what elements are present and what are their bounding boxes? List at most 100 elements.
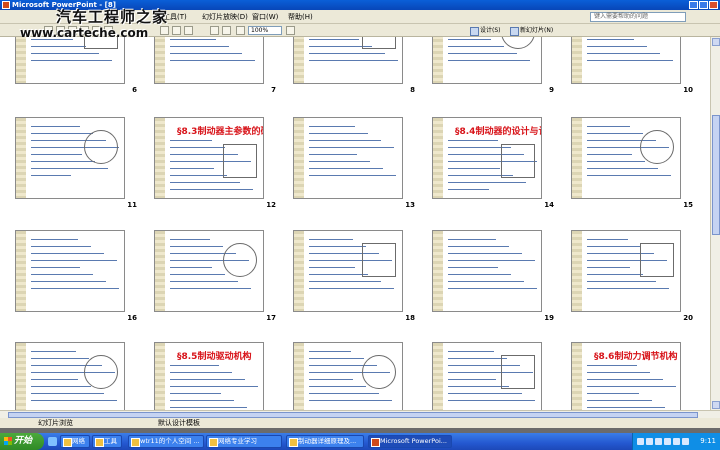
minimize-button[interactable] (689, 1, 698, 9)
tray-icon[interactable] (637, 438, 644, 445)
slide-text-line (448, 140, 498, 141)
slide-thumbnail[interactable] (15, 342, 125, 410)
slide-text-line (31, 239, 78, 240)
menu-help[interactable]: 帮助(H) (288, 10, 313, 24)
slide-thumbnail[interactable] (154, 37, 264, 84)
maximize-button[interactable] (699, 1, 708, 9)
tray-icon[interactable] (682, 438, 689, 445)
scroll-up-arrow-icon[interactable] (712, 38, 720, 46)
slide-thumbnail[interactable] (293, 342, 403, 410)
slide-border-decoration (572, 118, 582, 198)
taskbar-item[interactable]: 工具 (92, 435, 122, 448)
slide-thumbnail[interactable]: §8.4制动器的设计与计算 (432, 117, 542, 199)
slide-text-line (309, 175, 396, 176)
zoom-select[interactable]: 100% (248, 26, 282, 35)
slide-text-line (587, 267, 630, 268)
slide-text-line (448, 60, 530, 61)
slide-border-decoration (16, 118, 26, 198)
slide-heading: §8.4制动器的设计与计算 (455, 127, 541, 137)
slide-text-line (587, 400, 652, 401)
slide-diagram (501, 355, 535, 389)
slide-thumbnail[interactable] (432, 342, 542, 410)
taskbar-item[interactable]: 网络 (60, 435, 90, 448)
slide-border-decoration (294, 231, 304, 311)
desktop-icon[interactable] (48, 437, 57, 446)
slide-border-decoration (433, 343, 443, 410)
slide-text-line (448, 351, 494, 352)
tray-icon[interactable] (655, 438, 662, 445)
slide-text-line (31, 274, 93, 275)
paste-icon[interactable] (184, 26, 193, 35)
slide-text-line (309, 288, 394, 289)
start-button[interactable]: 开始 (0, 433, 44, 450)
tray-icon[interactable] (646, 438, 653, 445)
horizontal-scrollbar[interactable] (0, 410, 720, 418)
slide-thumbnail[interactable] (571, 117, 681, 199)
slide-thumbnail[interactable]: §8.6制动力调节机构 (571, 342, 681, 410)
redo-icon[interactable] (222, 26, 231, 35)
windows-taskbar: 开始 网络 工具 wtr11的个人空间 ... 网络专业学习 制动器详细原理及.… (0, 433, 720, 450)
slide-thumbnail[interactable]: §8.3制动器主参数的确定 (154, 117, 264, 199)
slide-thumbnail[interactable] (154, 230, 264, 312)
slide-thumbnail[interactable] (571, 37, 681, 84)
slide-text-line (587, 393, 639, 394)
slide-diagram (362, 355, 396, 389)
slide-text-line (31, 60, 112, 61)
slide-number: 14 (544, 201, 554, 209)
slide-text-line (31, 260, 117, 261)
tray-icon[interactable] (673, 438, 680, 445)
slide-text-line (31, 168, 108, 169)
slide-text-line (448, 239, 496, 240)
slide-text-line (587, 386, 676, 387)
slide-text-line (309, 126, 355, 127)
slide-text-line (31, 358, 89, 359)
menu-window[interactable]: 窗口(W) (252, 10, 278, 24)
slide-diagram (362, 243, 396, 277)
help-icon[interactable] (286, 26, 295, 35)
chart-icon[interactable] (236, 26, 245, 35)
taskbar-item[interactable]: wtr11的个人空间 ... (128, 435, 204, 448)
slide-sorter-pane: 6 7 8 9 10 11 §8.3制动器主参数的确定 12 13 §8.4制动器的设计与计算 14… (0, 37, 710, 410)
slide-text-line (31, 267, 80, 268)
slide-text-line (31, 386, 91, 387)
tray-icon[interactable] (664, 438, 671, 445)
design-button[interactable]: 设计(S) (470, 26, 501, 36)
slide-thumbnail[interactable] (293, 37, 403, 84)
taskbar-item-active[interactable]: Microsoft PowerPoi... (368, 435, 452, 448)
slide-thumbnail[interactable] (432, 230, 542, 312)
slide-border-decoration (155, 231, 165, 311)
slide-text-line (309, 239, 353, 240)
slide-thumbnail[interactable] (15, 230, 125, 312)
slide-text-line (170, 379, 245, 380)
slide-text-line (448, 246, 509, 247)
slide-thumbnail[interactable] (432, 37, 542, 84)
slide-thumbnail[interactable] (15, 37, 125, 84)
slide-text-line (587, 39, 634, 40)
copy-icon[interactable] (172, 26, 181, 35)
slide-text-line (31, 126, 80, 127)
slide-text-line (170, 274, 225, 275)
slide-text-line (309, 358, 364, 359)
slide-text-line (587, 379, 663, 380)
cut-icon[interactable] (160, 26, 169, 35)
undo-icon[interactable] (210, 26, 219, 35)
vertical-scrollbar[interactable] (710, 37, 720, 410)
slide-thumbnail[interactable] (293, 230, 403, 312)
menu-slideshow[interactable]: 幻灯片放映(D) (202, 10, 248, 24)
slide-number: 15 (683, 201, 693, 209)
slide-border-decoration (155, 343, 165, 410)
slide-thumbnail[interactable] (571, 230, 681, 312)
help-question-input[interactable]: 键入需要帮助的问题 (590, 12, 686, 22)
taskbar-item[interactable]: 网络专业学习 (206, 435, 282, 448)
slide-text-line (587, 46, 647, 47)
slide-text-line (587, 53, 660, 54)
slide-thumbnail[interactable] (293, 117, 403, 199)
scroll-down-arrow-icon[interactable] (712, 401, 720, 409)
new-slide-button[interactable]: 新幻灯片(N) (510, 26, 553, 36)
slide-thumbnail[interactable] (15, 117, 125, 199)
slide-thumbnail[interactable]: §8.5制动驱动机构 (154, 342, 264, 410)
taskbar-item[interactable]: 制动器详细原理及... (286, 435, 364, 448)
close-button[interactable] (709, 1, 718, 9)
slide-border-decoration (155, 37, 165, 83)
vertical-scroll-thumb[interactable] (712, 115, 720, 235)
